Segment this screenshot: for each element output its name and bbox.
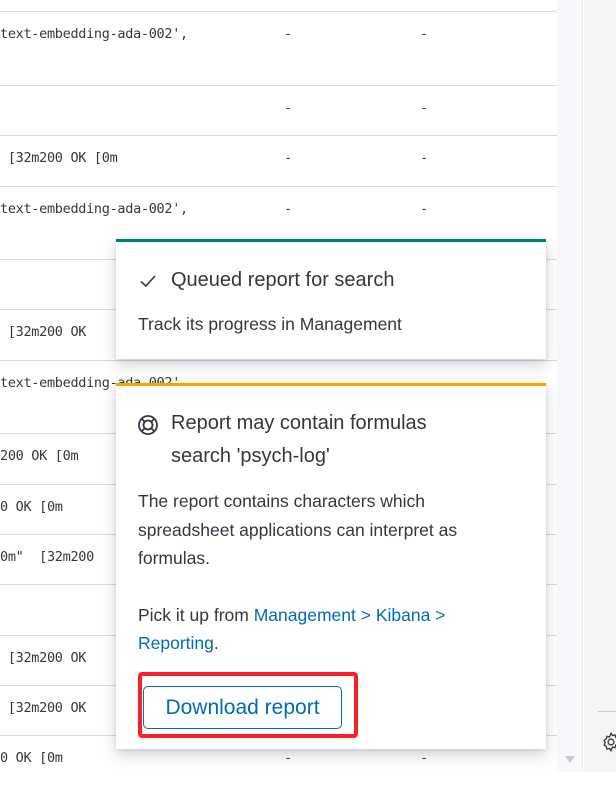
toast-title: Report may contain formulas <box>171 412 427 434</box>
cell-message: 200 OK [0m <box>0 448 79 464</box>
download-report-button[interactable]: Download report <box>143 686 342 729</box>
table-row: text-embedding-ada-002', - - <box>0 11 557 85</box>
vertical-scrollbar[interactable] <box>557 0 583 772</box>
help-lifering-icon <box>138 415 158 435</box>
cell-value: - <box>284 201 292 217</box>
cell-message: [32m200 OK <box>0 650 87 666</box>
cell-value: - <box>284 26 292 42</box>
toast-title: Queued report for search <box>171 269 395 291</box>
cell-message: 0m" [32m200 <box>0 549 94 565</box>
toast-body: Track its progress in Management <box>138 314 402 334</box>
pickup-prefix: Pick it up from <box>138 605 254 625</box>
cell-value: - <box>420 150 428 166</box>
cell-message: [32m200 OK [0m <box>0 150 118 166</box>
cell-message: [32m200 OK <box>0 324 87 340</box>
divider <box>598 711 616 712</box>
cell-message: [32m200 OK <box>0 700 87 716</box>
toast-body-line: formulas. <box>138 548 210 568</box>
cell-message: 0 OK [0m <box>0 750 63 766</box>
toast-subtitle: search 'psych-log' <box>171 445 330 467</box>
reporting-link[interactable]: Reporting <box>138 633 214 653</box>
table-row: [32m200 OK [0m - - <box>0 135 557 186</box>
cell-value: - <box>420 26 428 42</box>
pickup-suffix: . <box>213 633 219 653</box>
scroll-down-arrow-icon[interactable] <box>565 756 575 763</box>
cell-value: - <box>284 100 292 116</box>
cell-value: - <box>284 150 292 166</box>
management-kibana-link[interactable]: Management > Kibana > <box>254 605 446 625</box>
toast-body-line: spreadsheet applications can interpret a… <box>138 520 458 540</box>
gear-icon[interactable] <box>600 731 616 753</box>
side-panel <box>584 0 616 772</box>
cell-message: text-embedding-ada-002', <box>0 201 188 217</box>
cell-value: - <box>420 201 428 217</box>
pickup-text-line2: Reporting. <box>138 629 219 658</box>
check-icon <box>140 275 156 288</box>
cell-value: - <box>284 750 292 766</box>
cell-value: - <box>420 750 428 766</box>
cell-message: text-embedding-ada-002', <box>0 26 188 42</box>
cell-value: - <box>420 100 428 116</box>
toast-body-line: The report contains characters which <box>138 491 425 511</box>
table-row <box>0 0 557 11</box>
toast-queued-report: Queued report for search Track its progr… <box>116 239 546 359</box>
table-row: - - <box>0 85 557 135</box>
pickup-text: Pick it up from Management > Kibana > <box>138 601 445 630</box>
cell-message: 0 OK [0m <box>0 499 63 515</box>
